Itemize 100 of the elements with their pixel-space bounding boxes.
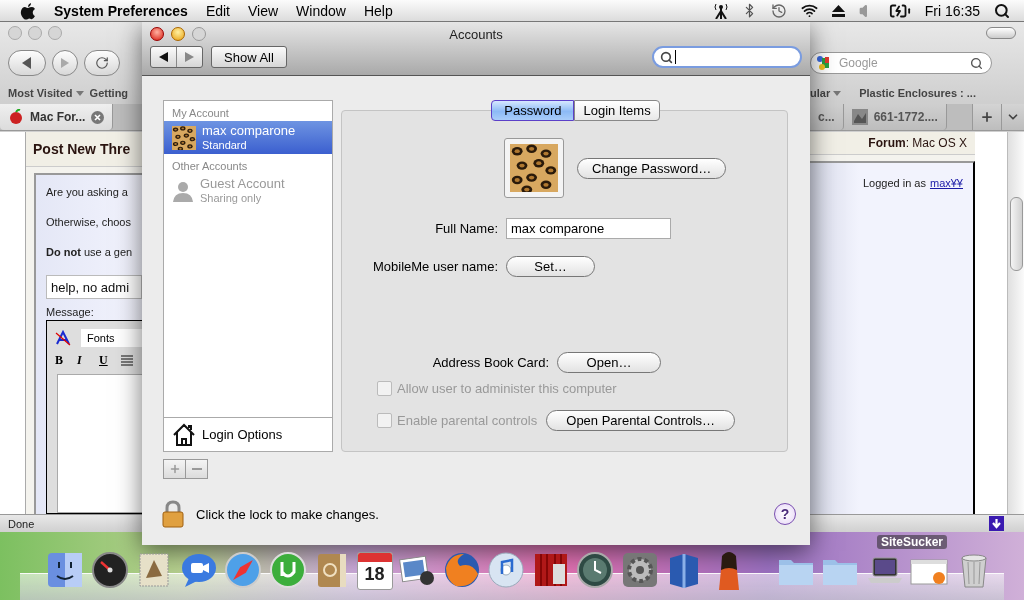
account-role: Sharing only xyxy=(200,190,263,205)
forward-arrow-icon xyxy=(60,58,70,68)
forum-label: Forum: Mac OS X xyxy=(810,132,975,155)
browser-tab[interactable]: c... xyxy=(810,104,844,130)
bookmark[interactable]: Getting xyxy=(89,87,129,99)
minimize-light-icon[interactable] xyxy=(171,27,185,41)
calendar-day: 18 xyxy=(364,562,385,586)
antenna-icon[interactable] xyxy=(713,2,728,19)
tab[interactable]: Login Items xyxy=(574,100,660,121)
clock-icon[interactable] xyxy=(770,2,787,19)
dock-label: SiteSucker xyxy=(877,535,948,549)
checkbox-label: Allow user to administer this computer xyxy=(397,381,617,396)
font-color-icon[interactable] xyxy=(55,330,71,346)
search-field[interactable] xyxy=(652,46,802,68)
bookmark[interactable]: Most Visited xyxy=(8,87,84,99)
remove-button[interactable] xyxy=(185,459,208,479)
open-button[interactable]: Open… xyxy=(557,352,661,373)
download-icon[interactable] xyxy=(989,516,1004,531)
login-options-item[interactable]: Login Options xyxy=(164,417,332,451)
search-icon xyxy=(660,50,673,64)
format-button[interactable]: I xyxy=(77,353,89,368)
search-input[interactable]: Google xyxy=(837,55,966,71)
reload-icon xyxy=(95,56,109,70)
lock-icon[interactable] xyxy=(162,500,184,528)
zoom-light-icon[interactable] xyxy=(192,27,206,41)
checkbox-label: Enable parental controls xyxy=(397,413,538,428)
back-arrow-icon xyxy=(21,57,33,69)
close-light-icon[interactable] xyxy=(150,27,164,41)
account-role: Standard xyxy=(202,138,248,152)
search-icon[interactable] xyxy=(994,2,1010,19)
search-field[interactable]: Google xyxy=(810,52,992,74)
forward-button[interactable] xyxy=(52,50,78,76)
menu-item[interactable]: Help xyxy=(363,2,393,19)
intro-text: Otherwise, choos xyxy=(46,215,132,230)
intro-text: Are you asking a xyxy=(46,185,129,200)
plus-icon xyxy=(980,110,994,124)
help-button[interactable]: ? xyxy=(774,503,796,525)
house-icon xyxy=(172,422,196,447)
format-button[interactable]: B xyxy=(55,353,67,368)
toolbar-toggle-button[interactable] xyxy=(986,27,1016,39)
gauge-icon[interactable] xyxy=(89,550,130,590)
message-field[interactable] xyxy=(57,374,142,513)
font-select[interactable]: Fonts xyxy=(81,329,142,347)
group-heading: My Account xyxy=(171,106,230,121)
add-button[interactable] xyxy=(163,459,186,479)
title-field[interactable]: help, no admi xyxy=(46,275,142,299)
message-label: Message: xyxy=(46,306,95,318)
format-button[interactable]: U xyxy=(99,353,111,368)
full-name-field[interactable]: max comparone xyxy=(506,218,671,239)
scroll-thumb[interactable] xyxy=(1009,197,1023,271)
menu-item[interactable]: Window xyxy=(296,2,346,19)
menu-clock[interactable]: Fri 16:35 xyxy=(924,2,980,19)
browser-tab[interactable]: Mac For... xyxy=(0,104,114,130)
music-disc-icon[interactable] xyxy=(486,550,526,590)
apple-favicon-icon xyxy=(8,109,24,125)
status-text: Done xyxy=(7,517,35,530)
tab-list-button[interactable] xyxy=(1001,104,1024,130)
window-title: Accounts xyxy=(448,26,504,42)
wifi-icon[interactable] xyxy=(800,2,818,19)
scrollbar[interactable] xyxy=(1007,132,1024,514)
back-button[interactable] xyxy=(8,50,46,76)
intro-text: Do not use a gen xyxy=(46,245,134,260)
minus-icon xyxy=(191,468,202,470)
align-icon[interactable] xyxy=(121,354,133,367)
show-all-button[interactable]: Show All xyxy=(211,46,287,68)
account-item[interactable]: max comparone Standard xyxy=(164,121,332,154)
logged-in-text: Logged in as xyxy=(862,177,926,189)
bookmark[interactable]: Plastic Enclosures : ... xyxy=(859,87,976,99)
user-link[interactable]: max¥¥ xyxy=(929,177,963,189)
menu-item[interactable]: View xyxy=(248,2,279,19)
apple-icon[interactable] xyxy=(20,1,36,20)
calendar-icon[interactable]: 18 xyxy=(356,552,393,590)
eject-icon[interactable] xyxy=(831,4,845,17)
lock-text: Click the lock to make changes. xyxy=(196,506,379,522)
circle-logo-icon[interactable] xyxy=(267,550,308,590)
compass-icon[interactable] xyxy=(223,550,263,590)
reload-button[interactable] xyxy=(84,50,120,76)
text-cursor xyxy=(675,50,676,64)
close-tab-icon[interactable] xyxy=(91,110,105,124)
tab[interactable]: Password xyxy=(491,100,575,121)
user-silhouette-icon xyxy=(172,179,194,202)
back-arrow-icon xyxy=(159,52,168,62)
set-button[interactable]: Set… xyxy=(506,256,595,277)
new-tab-button[interactable] xyxy=(972,104,1001,130)
field-label: MobileMe user name: xyxy=(372,259,498,274)
field-label: Full Name: xyxy=(434,221,498,236)
account-name: max comparone xyxy=(202,123,296,138)
app-menu[interactable]: System Preferences xyxy=(54,2,188,19)
clock-icon[interactable] xyxy=(575,550,615,590)
field-label: Address Book Card: xyxy=(431,355,549,370)
change-password-button[interactable]: Change Password… xyxy=(577,157,727,179)
plus-icon xyxy=(168,463,181,475)
bookmark[interactable]: ular xyxy=(810,87,842,99)
forward-arrow-icon xyxy=(185,52,194,62)
group-heading: Other Accounts xyxy=(171,159,249,174)
menu-item[interactable]: Edit xyxy=(205,2,230,19)
page-heading: Post New Thre xyxy=(26,132,142,167)
browser-tab[interactable]: 661-1772.... xyxy=(843,104,947,130)
parental-controls-button[interactable]: Open Parental Controls… xyxy=(546,410,736,431)
face-tile-icon[interactable] xyxy=(45,550,85,590)
